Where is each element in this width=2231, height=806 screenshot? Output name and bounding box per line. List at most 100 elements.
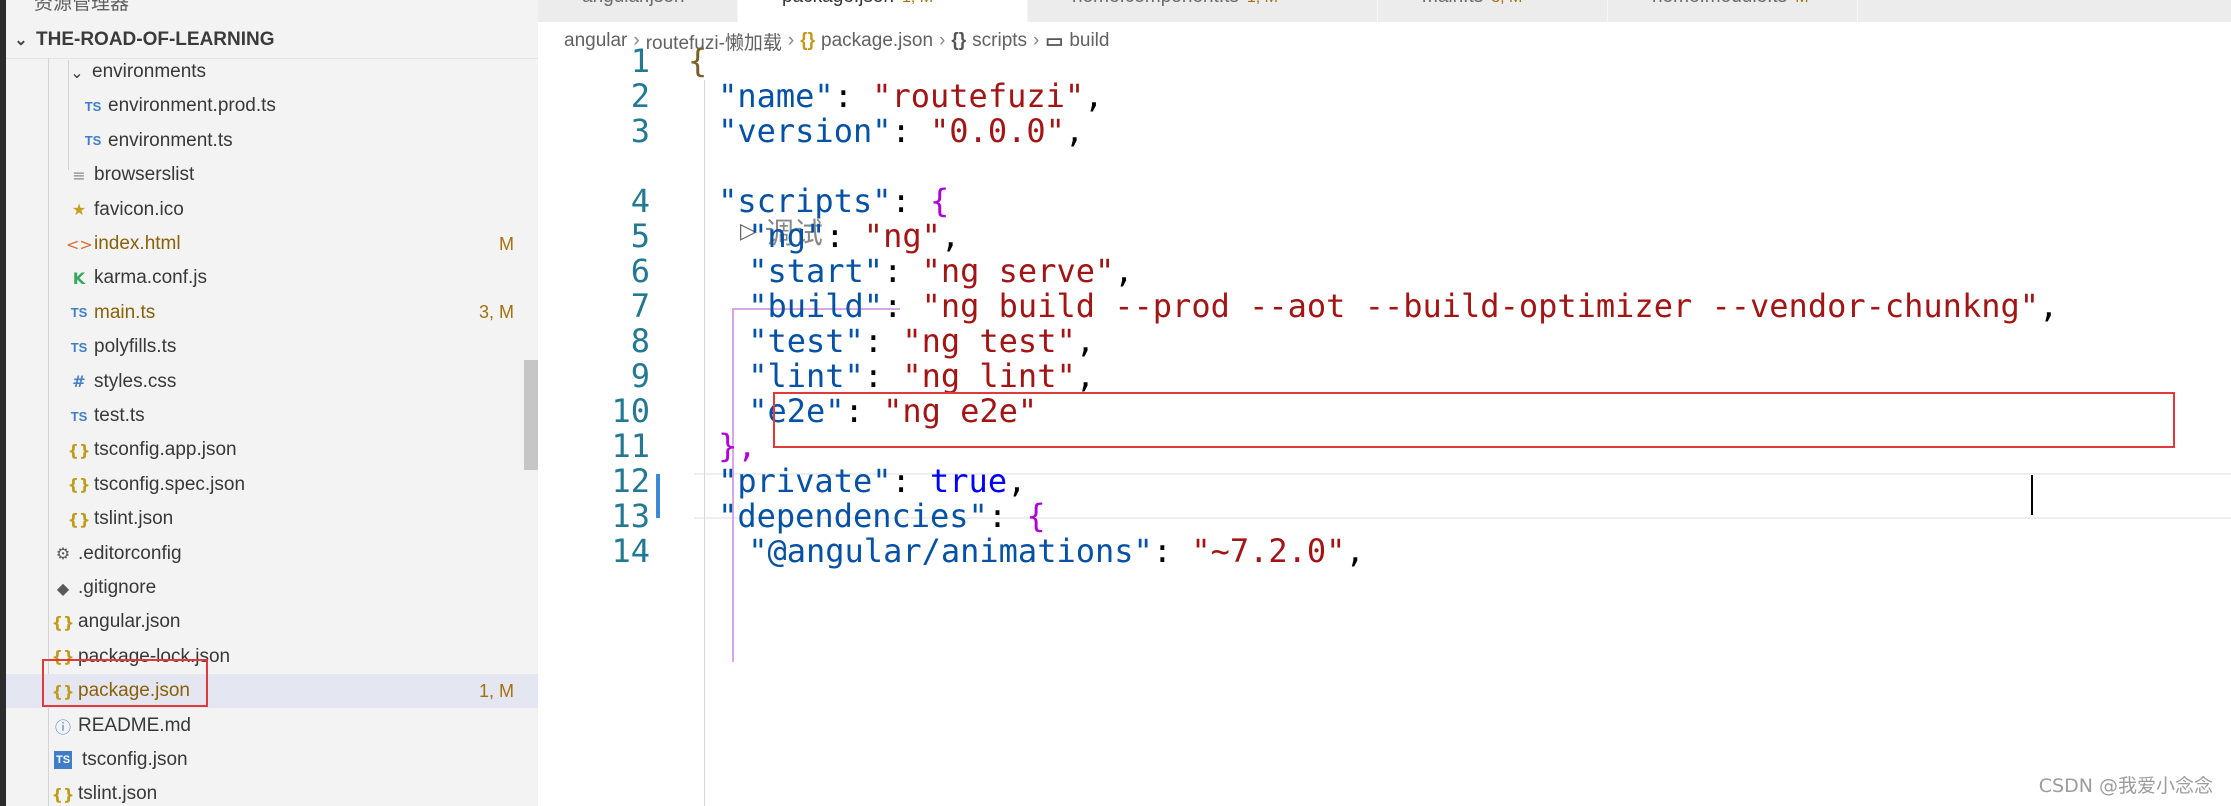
- file-item[interactable]: ⚙ .editorconfig: [6, 537, 538, 571]
- file-item[interactable]: {} tslint.json: [6, 777, 538, 806]
- file-label: tsconfig.spec.json: [94, 473, 246, 495]
- json-key: "start": [748, 252, 884, 290]
- line-number: 6: [630, 252, 650, 290]
- file-item[interactable]: TS main.ts 3, M: [6, 296, 538, 330]
- file-item[interactable]: # styles.css: [6, 365, 538, 399]
- json-colon: :: [891, 182, 931, 220]
- annotation-highlight-box: [42, 659, 208, 707]
- line-number: 2: [630, 77, 650, 115]
- code-line: },: [718, 427, 757, 465]
- json-colon: :: [863, 322, 903, 360]
- json-key: "build": [748, 287, 884, 325]
- typescript-icon: TS: [70, 339, 88, 355]
- file-item[interactable]: TS environment.ts: [6, 124, 538, 158]
- line-number: 1: [630, 42, 650, 80]
- json-punctuation: ,: [1345, 532, 1365, 570]
- json-braces-icon: {}: [67, 440, 91, 460]
- lines-icon: ≡: [72, 165, 86, 185]
- object-braces-icon: {}: [951, 30, 967, 51]
- editor-tab[interactable]: angular.json: [538, 0, 738, 22]
- file-item[interactable]: ⌄ environments: [6, 55, 538, 89]
- breadcrumb-item-scripts[interactable]: scripts: [972, 30, 1027, 52]
- file-item[interactable]: {} tsconfig.spec.json: [6, 468, 538, 502]
- tab-status-badge: 3, M: [1491, 0, 1522, 6]
- code-line: "dependencies": {: [718, 497, 1046, 535]
- file-item[interactable]: {} tsconfig.app.json: [6, 433, 538, 467]
- json-value: "~7.2.0": [1191, 532, 1346, 570]
- chevron-right-icon: ›: [939, 30, 946, 51]
- json-punctuation: ,: [1075, 357, 1095, 395]
- file-label: favicon.ico: [94, 198, 184, 220]
- close-icon[interactable]: ×: [939, 0, 950, 7]
- code-line: {: [688, 42, 707, 80]
- info-icon: ⓘ: [54, 717, 71, 737]
- git-status-badge: M: [499, 233, 514, 254]
- json-colon: :: [891, 112, 931, 150]
- annotation-highlight-box: [773, 392, 2175, 448]
- typescript-icon: TS: [84, 98, 102, 114]
- ts-box-icon: TS: [54, 751, 72, 769]
- breadcrumb-item-build[interactable]: build: [1069, 30, 1109, 52]
- file-item[interactable]: {} angular.json: [6, 605, 538, 639]
- editor-tab[interactable]: package.json 1, M ×: [738, 0, 1028, 22]
- file-item[interactable]: Kkarma.conf.js: [6, 261, 538, 295]
- json-punctuation: ,: [1075, 322, 1095, 360]
- json-punctuation: ,: [940, 217, 961, 255]
- file-item[interactable]: ⓘ README.md: [6, 709, 538, 743]
- sidebar-scrollbar[interactable]: [524, 360, 538, 470]
- editor-tabs: angular.json package.json 1, M × home.compon…: [538, 0, 2231, 22]
- project-folder-header[interactable]: ⌄ THE-ROAD-OF-LEARNING: [6, 22, 538, 58]
- json-key: "dependencies": [718, 497, 988, 535]
- file-item[interactable]: <> index.html M: [6, 227, 538, 261]
- html-icon: <>: [66, 234, 93, 254]
- json-punctuation: ,: [1064, 112, 1085, 150]
- file-label: angular.json: [78, 611, 181, 633]
- file-label: environment.prod.ts: [108, 95, 276, 117]
- json-value: "0.0.0": [930, 112, 1065, 150]
- line-number: 11: [611, 427, 650, 465]
- file-label: tslint.json: [94, 508, 174, 530]
- file-label: test.ts: [94, 405, 145, 426]
- tab-status-badge: 1, M: [902, 0, 933, 6]
- file-item[interactable]: TS test.ts: [6, 399, 538, 433]
- file-label: tsconfig.json: [82, 749, 188, 770]
- file-item[interactable]: TS polyfills.ts: [6, 330, 538, 364]
- breadcrumb-item-folder[interactable]: routefuzi-懒加载: [646, 28, 782, 55]
- editor-tab[interactable]: home.module.ts M: [1608, 0, 1858, 22]
- editor-tab[interactable]: home.component.ts 1, M: [1028, 0, 1378, 22]
- typescript-icon: TS: [84, 133, 102, 149]
- tab-label: main.ts: [1422, 0, 1483, 7]
- file-item[interactable]: TS tsconfig.json: [6, 743, 538, 777]
- json-value: "ng lint": [902, 357, 1076, 395]
- file-label: environments: [92, 61, 207, 82]
- code-line: "version": "0.0.0",: [718, 112, 1084, 150]
- json-value: "routefuzi": [872, 77, 1085, 115]
- json-colon: :: [987, 497, 1027, 535]
- project-name: THE-ROAD-OF-LEARNING: [36, 29, 275, 50]
- json-bracket: {: [688, 42, 708, 80]
- file-label: .gitignore: [78, 577, 157, 598]
- json-colon: :: [825, 217, 864, 255]
- json-value: "ng": [863, 217, 941, 255]
- file-label: tslint.json: [78, 783, 158, 805]
- json-braces-icon: {}: [800, 30, 816, 51]
- file-item[interactable]: ≡ browserslist: [6, 158, 538, 192]
- file-item[interactable]: TS environment.prod.ts: [6, 89, 538, 123]
- file-item[interactable]: {} tslint.json: [6, 502, 538, 536]
- git-diamond-icon: ◆: [56, 578, 70, 598]
- editor-tab[interactable]: main.ts 3, M: [1378, 0, 1608, 22]
- breadcrumb-item-file[interactable]: package.json: [821, 30, 933, 52]
- chevron-down-icon: ⌄: [70, 62, 84, 82]
- json-punctuation: ,: [2039, 287, 2059, 325]
- file-item[interactable]: ★ favicon.ico: [6, 193, 538, 227]
- json-punctuation: ,: [1007, 462, 1027, 500]
- file-item[interactable]: ◆ .gitignore: [6, 571, 538, 605]
- json-colon: :: [1152, 532, 1192, 570]
- json-key: "name": [718, 77, 834, 115]
- code-editor[interactable]: ▷ 调试 {"name": "routefuzi", "version": "0.…: [538, 42, 2231, 806]
- line-number: 10: [611, 392, 650, 430]
- code-line: "lint": "ng lint",: [748, 357, 1095, 395]
- watermark: CSDN @我爱小念念: [2038, 775, 2213, 797]
- file-label: main.ts: [94, 301, 156, 323]
- json-colon: :: [883, 287, 922, 325]
